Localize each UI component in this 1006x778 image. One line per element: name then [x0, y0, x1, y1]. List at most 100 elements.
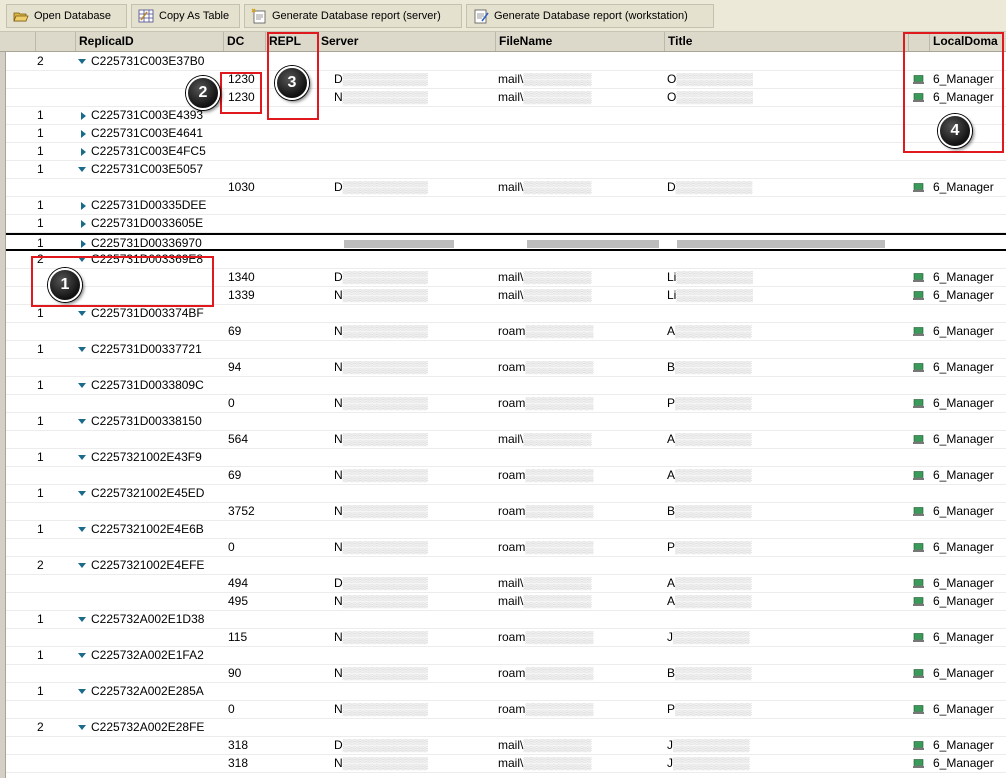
replica-id-cell[interactable]: C225731C003E4641: [78, 125, 226, 142]
server-value: N: [334, 288, 343, 302]
table-row[interactable]: 1 C2257321002E4E6B: [6, 521, 1006, 539]
table-row[interactable]: 1 C225731D00337721: [6, 341, 1006, 359]
replica-id-cell[interactable]: C2257321002E4EFE: [78, 557, 226, 574]
table-row[interactable]: 564 N▒▒▒▒▒▒▒▒▒▒ mail\▒▒▒▒▒▒▒▒ A▒▒▒▒▒▒▒▒▒ 6_M…: [6, 431, 1006, 449]
expanded-triangle-icon[interactable]: [78, 563, 86, 569]
table-row[interactable]: 1 C225731C003E5057: [6, 161, 1006, 179]
table-row[interactable]: 1030 D▒▒▒▒▒▒▒▒▒▒ mail\▒▒▒▒▒▒▒▒ D▒▒▒▒▒▒▒▒▒ 6_…: [6, 179, 1006, 197]
table-row[interactable]: 1 C225731D0033605E: [6, 215, 1006, 233]
table-row[interactable]: 0 N▒▒▒▒▒▒▒▒▒▒ roam▒▒▒▒▒▒▒▒ P▒▒▒▒▒▒▒▒▒ 6_Mana…: [6, 701, 1006, 719]
computer-icon: [913, 579, 924, 589]
replica-id-cell[interactable]: C225732A002E1D38: [78, 611, 226, 628]
server-cell: N▒▒▒▒▒▒▒▒▒▒: [334, 395, 494, 412]
table-row[interactable]: 0 N▒▒▒▒▒▒▒▒▒▒ roam▒▒▒▒▒▒▒▒ P▒▒▒▒▒▒▒▒▒ 6_Mana…: [6, 539, 1006, 557]
table-row[interactable]: 1 C225732A002E285A: [6, 683, 1006, 701]
expanded-triangle-icon[interactable]: [78, 311, 86, 317]
blurred-text: ▒▒▒▒▒▒▒▒: [525, 540, 594, 554]
replica-id-cell[interactable]: C225732A002E28FE: [78, 719, 226, 736]
collapsed-triangle-icon[interactable]: [81, 129, 86, 138]
header-filename[interactable]: FileName: [496, 32, 665, 51]
collapsed-triangle-icon[interactable]: [81, 147, 86, 156]
table-row[interactable]: 1 C2257321002E43F9: [6, 449, 1006, 467]
table-row[interactable]: 1 C225731D00336970: [6, 233, 1006, 251]
server-cell: N▒▒▒▒▒▒▒▒▒▒: [334, 593, 494, 610]
expanded-triangle-icon[interactable]: [78, 419, 86, 425]
table-row[interactable]: 495 N▒▒▒▒▒▒▒▒▒▒ mail\▒▒▒▒▒▒▒▒ A▒▒▒▒▒▒▒▒▒ 6_M…: [6, 593, 1006, 611]
replica-id-cell[interactable]: C225732A002E1FA2: [78, 647, 226, 664]
table-row[interactable]: 1 C225731D0033809C: [6, 377, 1006, 395]
replica-id-cell[interactable]: C2257321002E45ED: [78, 485, 226, 502]
table-row[interactable]: 318 N▒▒▒▒▒▒▒▒▒▒ mail\▒▒▒▒▒▒▒▒ J▒▒▒▒▒▒▒▒▒ 6_M…: [6, 755, 1006, 773]
replica-count: 1: [37, 378, 44, 392]
replica-id-cell[interactable]: C225731C003E4FC5: [78, 143, 226, 160]
expanded-triangle-icon[interactable]: [78, 167, 86, 173]
local-domain-value: 6_Manager: [933, 540, 994, 554]
header-replica-id[interactable]: ReplicaID: [76, 32, 224, 51]
expanded-triangle-icon[interactable]: [78, 347, 86, 353]
table-row[interactable]: 1 C225732A002E1D38: [6, 611, 1006, 629]
table-row[interactable]: 2 C2257321002E4EFE: [6, 557, 1006, 575]
replica-id-cell[interactable]: C225731D00335DEE: [78, 197, 226, 214]
table-row[interactable]: 90 N▒▒▒▒▒▒▒▒▒▒ roam▒▒▒▒▒▒▒▒ B▒▒▒▒▒▒▒▒▒ 6_Man…: [6, 665, 1006, 683]
table-row[interactable]: 3752 N▒▒▒▒▒▒▒▒▒▒ roam▒▒▒▒▒▒▒▒ B▒▒▒▒▒▒▒▒▒ 6_M…: [6, 503, 1006, 521]
expanded-triangle-icon[interactable]: [78, 59, 86, 65]
collapsed-triangle-icon[interactable]: [81, 239, 86, 248]
replica-id-cell[interactable]: C225731D00338150: [78, 413, 226, 430]
replica-id-cell[interactable]: C2257321002E4E6B: [78, 521, 226, 538]
table-row[interactable]: 94 N▒▒▒▒▒▒▒▒▒▒ roam▒▒▒▒▒▒▒▒ B▒▒▒▒▒▒▒▒▒ 6_Man…: [6, 359, 1006, 377]
local-domain-cell: 6_Manager: [910, 539, 1006, 556]
table-row[interactable]: 1 C225731D00335DEE: [6, 197, 1006, 215]
table-row[interactable]: 1 C225731C003E4641: [6, 125, 1006, 143]
expanded-triangle-icon[interactable]: [78, 383, 86, 389]
generate-report-workstation-button[interactable]: Generate Database report (workstation): [466, 4, 714, 28]
header-dc[interactable]: DC: [224, 32, 266, 51]
replica-id-cell[interactable]: C225731D003374BF: [78, 305, 226, 322]
replica-id-cell[interactable]: C2257321002E43F9: [78, 449, 226, 466]
table-row[interactable]: 2 C225732A002E28FE: [6, 719, 1006, 737]
replica-id-cell[interactable]: C225731C003E5057: [78, 161, 226, 178]
replica-id-cell[interactable]: C225731D0033809C: [78, 377, 226, 394]
header-title[interactable]: Title: [665, 32, 909, 51]
open-database-button[interactable]: Open Database: [6, 4, 127, 28]
expanded-triangle-icon[interactable]: [78, 689, 86, 695]
table-row[interactable]: 1 C225731C003E4393: [6, 107, 1006, 125]
table-row[interactable]: 318 D▒▒▒▒▒▒▒▒▒▒ mail\▒▒▒▒▒▒▒▒ J▒▒▒▒▒▒▒▒▒ 6_M…: [6, 737, 1006, 755]
expanded-triangle-icon[interactable]: [78, 527, 86, 533]
replica-count: 1: [37, 612, 44, 626]
table-row[interactable]: 115 N▒▒▒▒▒▒▒▒▒▒ roam▒▒▒▒▒▒▒▒ J▒▒▒▒▒▒▒▒▒ 6_Ma…: [6, 629, 1006, 647]
replica-id-cell[interactable]: C225731C003E37B0: [78, 53, 226, 70]
header-server[interactable]: Server: [318, 32, 496, 51]
table-row[interactable]: 1 C225731D00338150: [6, 413, 1006, 431]
table-row[interactable]: 2 C225731C003E37B0: [6, 53, 1006, 71]
expanded-triangle-icon[interactable]: [78, 653, 86, 659]
replica-id-cell[interactable]: C225731D0033605E: [78, 215, 226, 232]
table-row[interactable]: 1230 D▒▒▒▒▒▒▒▒▒▒ mail\▒▒▒▒▒▒▒▒ O▒▒▒▒▒▒▒▒▒ 6_…: [6, 71, 1006, 89]
replica-id-cell[interactable]: C225732A002E285A: [78, 683, 226, 700]
generate-report-server-button[interactable]: Generate Database report (server): [244, 4, 462, 28]
copy-as-table-button[interactable]: Copy As Table: [131, 4, 240, 28]
title-cell: P▒▒▒▒▒▒▒▒▒: [667, 701, 907, 718]
expanded-triangle-icon[interactable]: [78, 725, 86, 731]
collapsed-triangle-icon[interactable]: [81, 111, 86, 120]
expanded-triangle-icon[interactable]: [78, 491, 86, 497]
expanded-triangle-icon[interactable]: [78, 455, 86, 461]
table-row[interactable]: 69 N▒▒▒▒▒▒▒▒▒▒ roam▒▒▒▒▒▒▒▒ A▒▒▒▒▒▒▒▒▒ 6_Man…: [6, 323, 1006, 341]
replica-id-cell[interactable]: C225731D00337721: [78, 341, 226, 358]
table-row[interactable]: 1 C2257321002E45ED: [6, 485, 1006, 503]
table-row[interactable]: 69 N▒▒▒▒▒▒▒▒▒▒ roam▒▒▒▒▒▒▒▒ A▒▒▒▒▒▒▒▒▒ 6_Man…: [6, 467, 1006, 485]
header-count[interactable]: [36, 32, 76, 51]
replica-count: 1: [37, 522, 44, 536]
collapsed-triangle-icon[interactable]: [81, 201, 86, 210]
local-domain-cell: 6_Manager: [910, 431, 1006, 448]
collapsed-triangle-icon[interactable]: [81, 219, 86, 228]
table-row[interactable]: 494 D▒▒▒▒▒▒▒▒▒▒ mail\▒▒▒▒▒▒▒▒ A▒▒▒▒▒▒▒▒▒ 6_M…: [6, 575, 1006, 593]
table-row[interactable]: 0 N▒▒▒▒▒▒▒▒▒▒ roam▒▒▒▒▒▒▒▒ P▒▒▒▒▒▒▒▒▒ 6_Mana…: [6, 395, 1006, 413]
expanded-triangle-icon[interactable]: [78, 617, 86, 623]
replica-id-cell[interactable]: C225731D00336970: [78, 235, 226, 252]
table-row[interactable]: 1 C225731D003374BF: [6, 305, 1006, 323]
blurred-text: ▒▒▒▒▒▒▒▒: [523, 72, 592, 86]
replica-count: 1: [37, 162, 44, 176]
table-row[interactable]: 1230 N▒▒▒▒▒▒▒▒▒▒ mail\▒▒▒▒▒▒▒▒ O▒▒▒▒▒▒▒▒▒ 6_…: [6, 89, 1006, 107]
table-row[interactable]: 1 C225731C003E4FC5: [6, 143, 1006, 161]
table-row[interactable]: 1 C225732A002E1FA2: [6, 647, 1006, 665]
